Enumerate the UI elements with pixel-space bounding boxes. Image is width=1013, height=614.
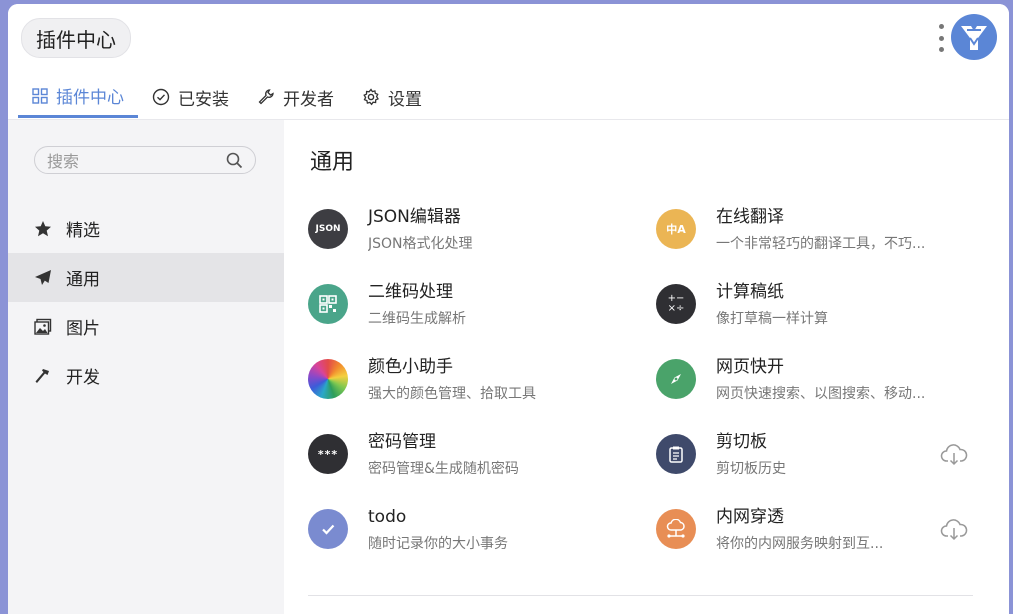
plugin-grid: JSON JSON编辑器 JSON格式化处理 中A 在线翻译 一个非常轻巧的翻译… <box>308 206 984 581</box>
plugin-item[interactable]: 剪切板 剪切板历史 <box>656 431 984 506</box>
search-box <box>34 146 256 174</box>
calculator-icon: +− ×÷ <box>656 284 696 324</box>
plugin-item[interactable]: +− ×÷ 计算稿纸 像打草稿一样计算 <box>656 281 984 356</box>
plugin-desc: 强大的颜色管理、拾取工具 <box>368 386 536 402</box>
tab-label: 已安装 <box>178 89 229 110</box>
sidebar-item-images[interactable]: 图片 <box>8 302 284 351</box>
plugin-item[interactable]: 内网穿透 将你的内网服务映射到互... <box>656 506 984 581</box>
plugin-item[interactable]: 网页快开 网页快速搜索、以图搜索、移动... <box>656 356 984 431</box>
header: 插件中心 插件中心 已安装 开发者 设置 <box>8 4 1009 120</box>
password-icon: *** <box>308 434 348 474</box>
plugin-name: 计算稿纸 <box>716 282 784 302</box>
sidebar-item-label: 通用 <box>66 270 100 290</box>
plugin-item[interactable]: JSON JSON编辑器 JSON格式化处理 <box>308 206 656 281</box>
app-logo-icon <box>961 26 987 50</box>
cloud-network-icon <box>656 509 696 549</box>
section-title: 通用 <box>310 150 355 175</box>
sidebar-item-label: 精选 <box>66 221 100 241</box>
sidebar-item-general[interactable]: 通用 <box>8 253 284 302</box>
plugin-desc: 像打草稿一样计算 <box>716 311 828 327</box>
tab-plugin-center[interactable]: 插件中心 <box>18 76 138 118</box>
plugin-desc: 密码管理&生成随机密码 <box>368 461 519 477</box>
plugin-desc: 一个非常轻巧的翻译工具，不巧... <box>716 236 926 252</box>
paper-plane-icon <box>35 269 51 285</box>
image-icon <box>34 318 52 335</box>
search-input[interactable] <box>45 149 219 173</box>
cloud-download-icon[interactable] <box>940 518 968 542</box>
plugin-name: JSON编辑器 <box>368 207 461 227</box>
tab-label: 设置 <box>388 89 422 110</box>
check-circle-icon <box>152 88 170 106</box>
color-wheel-icon <box>308 359 348 399</box>
tab-label: 开发者 <box>283 89 334 110</box>
tab-developer[interactable]: 开发者 <box>243 76 348 118</box>
wrench-icon <box>258 89 274 105</box>
plugin-desc: 网页快速搜索、以图搜索、移动... <box>716 386 926 402</box>
plugin-item[interactable]: 二维码处理 二维码生成解析 <box>308 281 656 356</box>
plugin-desc: 二维码生成解析 <box>368 311 466 327</box>
star-icon <box>35 220 51 236</box>
plugin-item[interactable]: 颜色小助手 强大的颜色管理、拾取工具 <box>308 356 656 431</box>
plugin-name: 密码管理 <box>368 432 436 452</box>
plugin-desc: 随时记录你的大小事务 <box>368 536 508 552</box>
plugin-name: 二维码处理 <box>368 282 453 302</box>
sidebar-item-label: 开发 <box>66 368 100 388</box>
plugin-desc: JSON格式化处理 <box>368 236 473 252</box>
plugin-name: todo <box>368 507 407 527</box>
sidebar-item-featured[interactable]: 精选 <box>8 204 284 253</box>
plugin-item[interactable]: *** 密码管理 密码管理&生成随机密码 <box>308 431 656 506</box>
plugin-name: 在线翻译 <box>716 207 784 227</box>
clipboard-icon <box>656 434 696 474</box>
translate-icon: 中A <box>656 209 696 249</box>
sidebar-item-label: 图片 <box>66 319 100 339</box>
plugin-name: 剪切板 <box>716 432 767 452</box>
gear-icon <box>363 88 379 106</box>
category-nav: 精选 通用 图片 开发 <box>8 204 284 400</box>
sidebar-item-develop[interactable]: 开发 <box>8 351 284 400</box>
sidebar: 精选 通用 图片 开发 <box>8 120 284 614</box>
tab-label: 插件中心 <box>56 88 124 108</box>
avatar[interactable] <box>951 14 997 60</box>
plugin-item[interactable]: 中A 在线翻译 一个非常轻巧的翻译工具，不巧... <box>656 206 984 281</box>
tab-settings[interactable]: 设置 <box>348 76 436 118</box>
cloud-download-icon[interactable] <box>940 443 968 467</box>
grid-icon <box>32 87 48 104</box>
tab-installed[interactable]: 已安装 <box>138 76 243 118</box>
plugin-desc: 剪切板历史 <box>716 461 786 477</box>
compass-icon <box>656 359 696 399</box>
main-content: 通用 JSON JSON编辑器 JSON格式化处理 中A 在线翻译 一个非常轻巧… <box>284 120 1009 614</box>
plugin-name: 网页快开 <box>716 357 784 377</box>
divider <box>308 595 973 596</box>
json-icon: JSON <box>308 209 348 249</box>
plugin-desc: 将你的内网服务映射到互... <box>716 536 884 552</box>
checkmark-icon <box>308 509 348 549</box>
hammer-icon <box>35 368 49 383</box>
app-window: 插件中心 插件中心 已安装 开发者 设置 搜索 精选 通用 图片 开发 通用 J… <box>8 4 1009 614</box>
plugin-item[interactable]: todo 随时记录你的大小事务 <box>308 506 656 581</box>
tab-bar: 插件中心 已安装 开发者 设置 <box>18 76 436 119</box>
qrcode-icon <box>308 284 348 324</box>
more-menu-icon[interactable] <box>936 24 946 52</box>
plugin-name: 颜色小助手 <box>368 357 453 377</box>
search-icon[interactable] <box>226 152 243 169</box>
page-title[interactable]: 插件中心 <box>21 18 131 58</box>
plugin-name: 内网穿透 <box>716 507 784 527</box>
